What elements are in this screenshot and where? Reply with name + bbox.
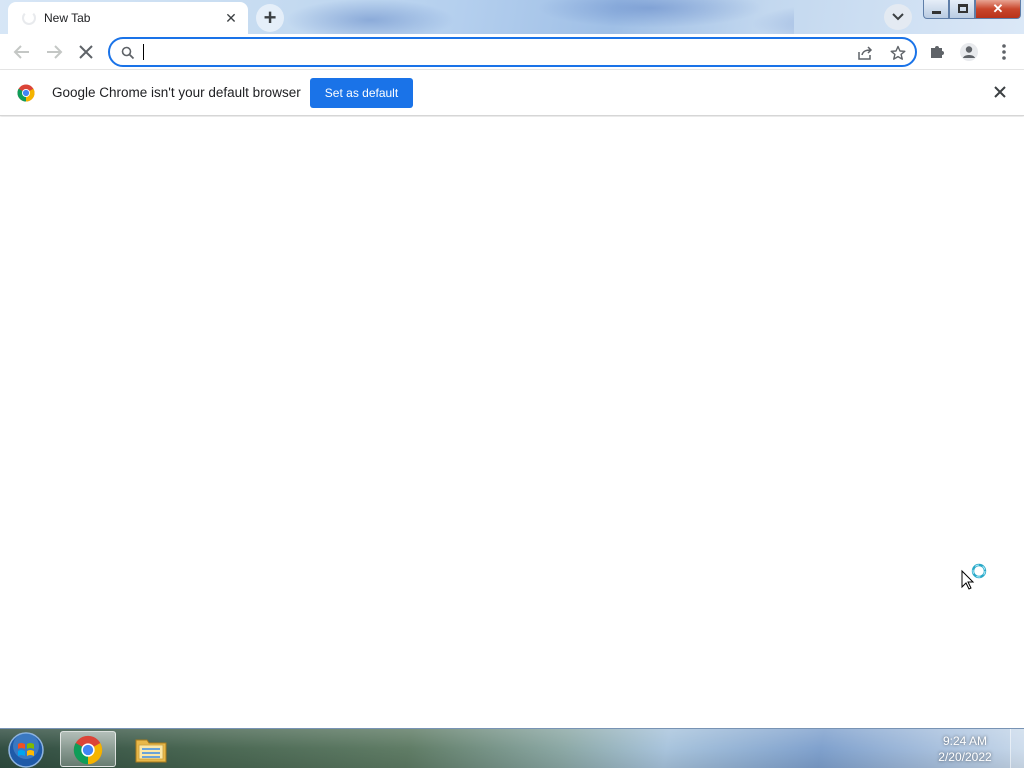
title-bar: New Tab ✕ + ✕	[0, 0, 1024, 34]
share-icon[interactable]	[857, 45, 873, 61]
stop-loading-icon	[79, 45, 93, 59]
set-as-default-button[interactable]: Set as default	[310, 78, 413, 108]
back-button[interactable]	[10, 40, 34, 64]
new-tab-button[interactable]: +	[256, 4, 284, 32]
page-content	[0, 117, 1024, 728]
busy-cursor-icon	[961, 563, 987, 590]
minimize-icon	[932, 11, 941, 14]
bookmark-star-icon[interactable]	[890, 45, 906, 61]
show-desktop-button[interactable]	[1010, 729, 1024, 768]
clock-date: 2/20/2022	[938, 750, 992, 764]
window-controls: ✕	[923, 0, 1021, 20]
search-icon	[121, 46, 135, 60]
chevron-down-icon	[892, 13, 904, 21]
tab-new-tab[interactable]: New Tab ✕	[8, 2, 248, 34]
default-browser-infobar: Google Chrome isn't your default browser…	[0, 70, 1024, 116]
close-window-button[interactable]: ✕	[975, 0, 1021, 19]
stop-button[interactable]	[74, 40, 98, 64]
minimize-button[interactable]	[923, 0, 949, 19]
tab-title: New Tab	[44, 11, 91, 25]
tab-search-button[interactable]	[884, 4, 912, 30]
chrome-logo-icon	[17, 84, 35, 102]
infobar-message: Google Chrome isn't your default browser	[52, 85, 301, 100]
browser-toolbar	[0, 34, 1024, 70]
system-clock[interactable]: 9:24 AM 2/20/2022	[930, 733, 1000, 765]
windows-start-orb-icon[interactable]	[6, 731, 46, 768]
loading-spinner-icon	[22, 11, 36, 25]
maximize-button[interactable]	[949, 0, 975, 19]
clock-time: 9:24 AM	[942, 734, 988, 748]
address-input[interactable]	[142, 43, 842, 63]
tab-close-icon[interactable]: ✕	[222, 9, 240, 27]
text-caret	[143, 44, 144, 60]
taskbar-explorer-button[interactable]	[122, 731, 178, 767]
file-explorer-icon	[135, 739, 167, 763]
maximize-icon	[958, 4, 968, 13]
profile-icon[interactable]	[959, 42, 979, 62]
close-icon[interactable]	[993, 85, 1007, 99]
chrome-logo-icon	[73, 735, 103, 765]
back-arrow-icon	[13, 45, 29, 59]
address-bar[interactable]	[108, 37, 917, 67]
taskbar-chrome-button[interactable]	[60, 731, 116, 767]
forward-button[interactable]	[42, 40, 66, 64]
windows-taskbar: 9:24 AM 2/20/2022	[0, 728, 1024, 768]
forward-arrow-icon	[47, 45, 63, 59]
menu-kebab-icon[interactable]	[994, 42, 1014, 62]
extensions-puzzle-icon[interactable]	[928, 42, 948, 62]
